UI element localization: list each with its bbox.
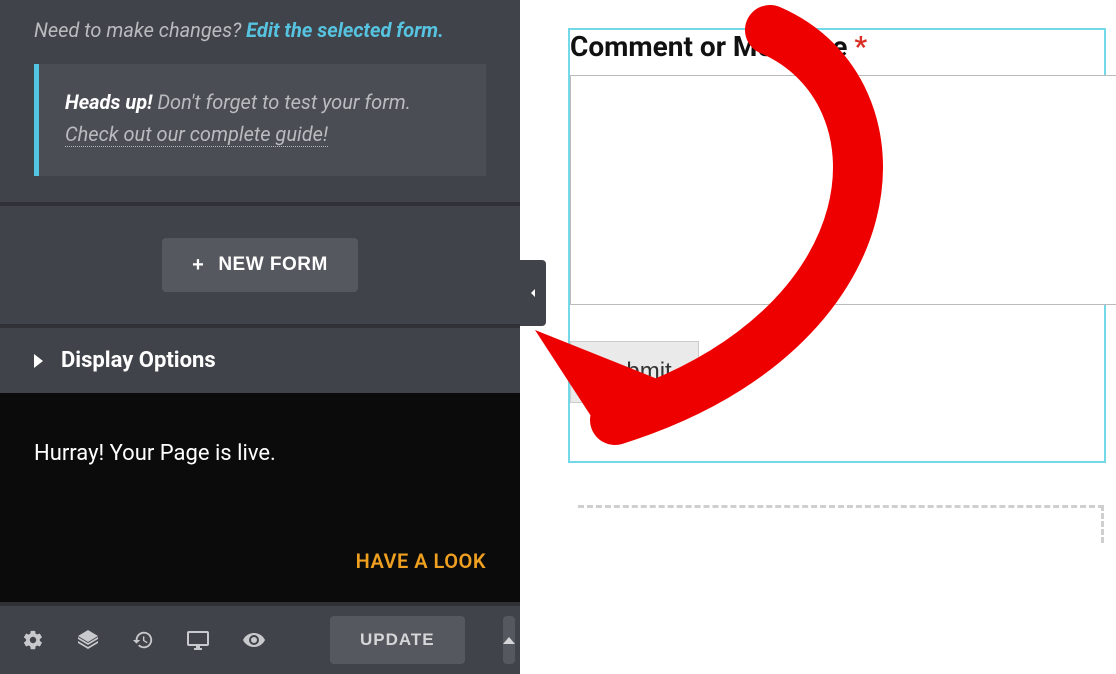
edit-prompt-text: Need to make changes? <box>34 18 246 42</box>
chevron-left-icon <box>525 285 541 301</box>
new-form-button[interactable]: + NEW FORM <box>162 238 358 292</box>
sidebar-panel: Need to make changes? Edit the selected … <box>0 0 520 674</box>
form-widget[interactable]: Comment or Message * Submit <box>568 28 1106 463</box>
add-section-dropzone[interactable] <box>578 505 1104 543</box>
live-status-panel: Hurray! Your Page is live. HAVE A LOOK <box>0 393 520 602</box>
required-marker: * <box>854 30 867 63</box>
collapse-sidebar-handle[interactable] <box>520 260 546 326</box>
chevron-right-icon <box>34 354 43 368</box>
submit-button[interactable]: Submit <box>570 341 699 403</box>
layers-icon[interactable] <box>76 627 100 653</box>
field-label-text: Comment or Message <box>570 30 847 63</box>
field-label: Comment or Message * <box>570 30 1104 75</box>
form-selector-section: Need to make changes? Edit the selected … <box>0 0 520 202</box>
heads-up-callout: Heads up! Don't forget to test your form… <box>34 64 486 176</box>
update-more-button[interactable] <box>503 616 515 664</box>
heads-up-title: Heads up! <box>65 90 152 114</box>
display-options-toggle[interactable]: Display Options <box>0 328 520 393</box>
live-status-message: Hurray! Your Page is live. <box>34 441 486 466</box>
update-button[interactable]: UPDATE <box>330 616 465 664</box>
comment-textarea[interactable] <box>570 75 1116 305</box>
new-form-section: + NEW FORM <box>0 206 520 324</box>
preview-icon[interactable] <box>242 627 266 653</box>
footer-toolbar: UPDATE <box>0 602 520 674</box>
have-a-look-link[interactable]: HAVE A LOOK <box>356 549 486 573</box>
history-icon[interactable] <box>132 627 154 653</box>
plus-icon: + <box>192 255 204 275</box>
edit-prompt: Need to make changes? Edit the selected … <box>34 18 486 42</box>
responsive-icon[interactable] <box>186 627 210 653</box>
heads-up-guide-link[interactable]: Check out our complete guide! <box>65 122 328 147</box>
heads-up-body: Don't forget to test your form. <box>152 90 411 114</box>
edit-selected-form-link[interactable]: Edit the selected form. <box>246 18 444 42</box>
preview-canvas: Comment or Message * Submit <box>548 0 1116 674</box>
chevron-up-icon <box>503 637 515 644</box>
display-options-label: Display Options <box>61 348 216 373</box>
new-form-button-label: NEW FORM <box>218 254 328 276</box>
settings-icon[interactable] <box>22 627 44 653</box>
